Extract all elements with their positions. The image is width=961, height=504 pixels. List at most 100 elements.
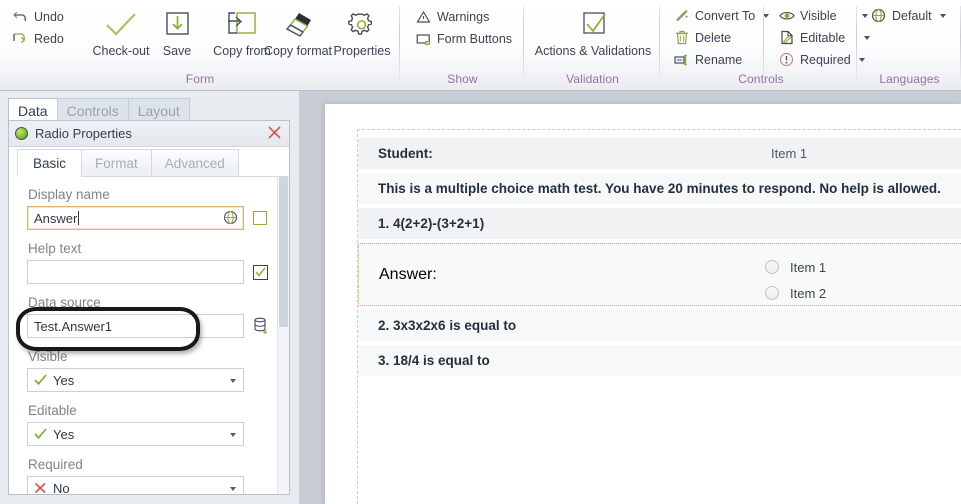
form-canvas: Student: Item 1 This is a multiple choic…: [325, 104, 961, 504]
ribbon-group-form: Undo Redo Check-out Save Copy from Copy …: [0, 0, 400, 90]
panel-scrollbar[interactable]: [277, 177, 289, 494]
visible-select-value: Yes: [53, 372, 75, 388]
form-buttons-button[interactable]: Form Buttons: [413, 28, 514, 49]
group-separator: [523, 6, 524, 80]
warning-triangle-icon: [415, 8, 432, 25]
chevron-down-icon[interactable]: [230, 487, 236, 491]
database-add-icon[interactable]: [253, 317, 269, 335]
ribbon-group-validation: Actions & Validations Validation: [525, 0, 660, 90]
cross-icon: [34, 482, 47, 494]
panel-title: Radio Properties: [35, 126, 132, 141]
question-2-text: 2. 3x3x2x6 is equal to: [378, 318, 517, 333]
data-source-input[interactable]: Test.Answer1: [27, 314, 244, 338]
group-separator: [856, 6, 857, 80]
visible-field-row: Yes: [27, 368, 279, 392]
warnings-button[interactable]: Warnings: [413, 6, 491, 27]
required-select[interactable]: No: [27, 476, 244, 494]
form-row-student[interactable]: Student: Item 1: [358, 138, 961, 169]
editable-select[interactable]: Yes: [27, 422, 244, 446]
data-source-label: Data source: [28, 295, 101, 310]
panel-scrollbar-thumb[interactable]: [279, 177, 288, 327]
check-icon: [34, 428, 47, 440]
eye-icon: [778, 7, 795, 24]
form-row-answer-selected[interactable]: Answer: Item 1 Item 2: [358, 243, 961, 306]
ribbon-group-languages-title: Languages: [879, 72, 940, 86]
help-text-checkbox[interactable]: [253, 264, 268, 280]
display-name-row: Answer: [27, 206, 279, 230]
properties-button[interactable]: Properties: [326, 6, 398, 70]
form-row-question-1[interactable]: 1. 4(2+2)-(3+2+1): [358, 208, 961, 239]
radio-option-item-1[interactable]: Item 1: [765, 254, 826, 280]
ribbon-group-show: Warnings Form Buttons Show: [401, 0, 524, 90]
tab-data[interactable]: Data: [8, 98, 58, 122]
ribbon-group-controls: Convert To Delete Rename Visible Editabl…: [661, 0, 871, 90]
tab-layout[interactable]: Layout: [127, 98, 190, 122]
radio-option-item-2[interactable]: Item 2: [765, 280, 826, 306]
editable-field-label: Editable: [28, 403, 77, 418]
radio-green-circle-icon: [15, 127, 28, 140]
convert-to-label: Convert To: [695, 8, 756, 23]
subtab-basic[interactable]: Basic: [17, 149, 82, 177]
visible-field-label: Visible: [28, 349, 68, 364]
display-name-translate-checkbox[interactable]: [253, 211, 267, 225]
actions-validations-button[interactable]: Actions & Validations: [532, 6, 654, 70]
data-source-row: Test.Answer1: [27, 314, 279, 338]
answer-options: Item 1 Item 2: [765, 254, 826, 306]
help-text-row: [27, 260, 279, 284]
form-row-question-3[interactable]: 3. 18/4 is equal to: [358, 345, 961, 376]
subtab-advanced[interactable]: Advanced: [150, 149, 239, 177]
subtab-filler: [237, 149, 289, 177]
form-row-question-2[interactable]: 2. 3x3x2x6 is equal to: [358, 310, 961, 341]
subtab-format[interactable]: Format: [81, 149, 152, 177]
default-language-button[interactable]: Default: [868, 5, 948, 26]
delete-button[interactable]: Delete: [671, 27, 733, 48]
help-text-input[interactable]: [27, 260, 244, 284]
display-name-label: Display name: [28, 187, 110, 202]
ribbon-group-show-title: Show: [447, 72, 478, 86]
close-x-icon[interactable]: [266, 124, 283, 141]
globe-icon[interactable]: [223, 210, 238, 228]
editable-select-value: Yes: [53, 426, 75, 442]
required-field-label: Required: [28, 457, 83, 472]
chevron-down-icon[interactable]: [230, 433, 236, 437]
student-label: Student:: [378, 146, 433, 161]
check-out-label: Check-out: [92, 44, 150, 58]
checkbox-check-icon: [532, 6, 654, 44]
chevron-down-icon[interactable]: [763, 13, 770, 18]
default-language-label: Default: [892, 8, 932, 23]
help-text-label: Help text: [28, 241, 82, 256]
check-out-button[interactable]: Check-out: [84, 6, 158, 70]
instructions-text: This is a multiple choice math test. You…: [378, 181, 941, 196]
convert-to-button[interactable]: Convert To: [671, 5, 771, 26]
ribbon-group-controls-title: Controls: [738, 72, 784, 86]
ribbon-group-languages: Default Languages: [858, 0, 961, 90]
required-button[interactable]: Required: [776, 49, 867, 70]
rename-label: Rename: [695, 52, 743, 67]
rename-button[interactable]: Rename: [671, 49, 744, 70]
editable-field-row: Yes: [27, 422, 279, 446]
panel-subtabs: Basic Format Advanced: [9, 147, 289, 177]
form-canvas-area: Student: Item 1 This is a multiple choic…: [299, 91, 961, 504]
form-row-instructions[interactable]: This is a multiple choice math test. You…: [358, 173, 961, 204]
redo-icon: [12, 30, 29, 47]
chevron-down-icon[interactable]: [230, 379, 236, 383]
checkmark-icon: [84, 6, 158, 44]
chevron-down-icon[interactable]: [939, 13, 946, 18]
undo-icon: [12, 8, 29, 25]
application-window: Undo Redo Check-out Save Copy from Copy …: [0, 0, 961, 504]
form-buttons-icon: [415, 30, 432, 47]
edit-page-icon: [778, 29, 795, 46]
left-properties-pane: Data Controls Layout Radio Properties Ba…: [0, 91, 299, 504]
save-label: Save: [162, 44, 192, 58]
tab-controls[interactable]: Controls: [56, 98, 129, 122]
save-button[interactable]: Save: [152, 6, 202, 70]
radio-icon[interactable]: [765, 286, 779, 300]
data-source-value: Test.Answer1: [34, 318, 113, 334]
redo-button[interactable]: Redo: [10, 28, 66, 49]
undo-button[interactable]: Undo: [10, 6, 66, 27]
visible-select[interactable]: Yes: [27, 368, 244, 392]
radio-icon[interactable]: [765, 260, 779, 274]
display-name-input[interactable]: Answer: [27, 206, 244, 230]
exclamation-circle-icon: [778, 51, 795, 68]
form-buttons-label: Form Buttons: [437, 31, 513, 46]
